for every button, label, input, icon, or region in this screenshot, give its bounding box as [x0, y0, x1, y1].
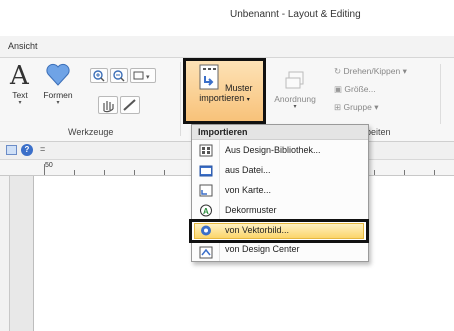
menu-item-label: von Design Center	[225, 244, 300, 254]
anordnung-button[interactable]: Anordnung ▾	[273, 68, 317, 118]
vertical-ruler	[0, 176, 10, 331]
menu-item-design-center[interactable]: von Design Center	[192, 243, 368, 261]
muster-importieren-button[interactable]: Muster importieren ▾	[183, 58, 266, 124]
menu-item-von-vektorbild[interactable]: von Vektorbild...	[189, 219, 369, 243]
zoom-fit-icon: ▾	[133, 71, 150, 81]
ruler-tick	[404, 170, 405, 175]
layout-icon[interactable]	[6, 145, 17, 155]
card-icon	[199, 184, 213, 197]
drehen-button[interactable]: ↻ Drehen/Kippen ▾	[334, 66, 407, 77]
tab-ansicht[interactable]: Ansicht	[8, 41, 38, 51]
menu-header: Importieren	[192, 125, 368, 140]
menu-item-dekormuster[interactable]: A Dekormuster	[192, 201, 368, 221]
chevron-down-icon: ▾	[374, 102, 379, 112]
muster-label-2-text: importieren	[199, 93, 245, 103]
group-label-werkzeuge: Werkzeuge	[68, 127, 114, 137]
ruler-tick	[434, 170, 435, 175]
chevron-down-icon: ▾	[402, 66, 407, 76]
chevron-down-icon: ▾	[56, 100, 60, 106]
rotate-icon: ↻	[334, 66, 342, 76]
zoom-fit-button[interactable]: ▾	[130, 68, 156, 83]
hand-icon	[103, 101, 114, 113]
measure-button[interactable]	[120, 96, 140, 114]
design-center-icon	[199, 246, 213, 259]
pan-button[interactable]	[98, 96, 118, 114]
zoom-out-icon	[113, 70, 125, 82]
svg-text:▾: ▾	[146, 74, 150, 81]
vector-icon	[201, 225, 211, 236]
menu-item-label: Aus Design-Bibliothek...	[225, 145, 321, 155]
drehen-label: Drehen/Kippen	[343, 66, 401, 76]
chevron-down-icon: ▾	[18, 100, 22, 106]
text-icon: A	[9, 61, 30, 91]
help-icon[interactable]: ?	[21, 144, 33, 156]
menu-item-label: Dekormuster	[225, 205, 277, 215]
ruler-tick	[134, 170, 135, 175]
muster-label-1: Muster	[225, 83, 253, 93]
zoom-in-button[interactable]	[90, 68, 108, 83]
muster-label-2: importieren ▾	[199, 93, 250, 103]
groesse-button[interactable]: ▣ Größe...	[334, 84, 376, 95]
ruler-icon	[123, 99, 136, 111]
menu-item-label: von Karte...	[225, 185, 272, 195]
import-icon	[199, 64, 219, 90]
formen-button[interactable]: Formen ▾	[38, 60, 78, 118]
menu-item-label: aus Datei...	[225, 165, 271, 175]
window-title: Unbenannt - Layout & Editing	[230, 9, 361, 20]
text-label: Text	[12, 90, 28, 100]
ruler-tick	[164, 170, 165, 175]
decorative-icon: A	[200, 204, 212, 217]
zoom-in-icon	[93, 70, 105, 82]
gruppe-label: Gruppe	[343, 102, 372, 112]
heart-icon	[46, 63, 70, 86]
ruler-tick	[74, 170, 75, 175]
menu-item-aus-datei[interactable]: aus Datei...	[192, 161, 368, 181]
resize-icon: ▣	[334, 84, 343, 94]
ruler-tick	[104, 170, 105, 175]
menu-item-design-bibliothek[interactable]: Aus Design-Bibliothek...	[192, 141, 368, 161]
chevron-down-icon: ▾	[246, 97, 250, 103]
ruler-tick	[374, 170, 375, 175]
group-separator	[180, 62, 181, 136]
import-menu: Importieren Aus Design-Bibliothek... aus…	[189, 124, 369, 262]
text-button[interactable]: A Text ▾	[6, 60, 34, 118]
formen-label: Formen	[43, 90, 73, 100]
svg-text:A: A	[9, 61, 30, 88]
library-icon	[199, 144, 213, 157]
customize-dropdown-icon[interactable]: =	[40, 144, 45, 154]
group-label-arbeiten: beiten	[366, 127, 391, 137]
anordnung-label: Anordnung	[274, 94, 316, 104]
ribbon-tabs: Ansicht	[0, 36, 454, 58]
gruppe-button[interactable]: ⊞ Gruppe ▾	[334, 102, 379, 113]
menu-item-label: von Vektorbild...	[225, 225, 290, 235]
folder-icon	[199, 165, 213, 177]
title-bar: Unbenannt - Layout & Editing	[0, 0, 454, 36]
arrange-icon	[285, 71, 304, 89]
chevron-down-icon: ▾	[293, 104, 297, 110]
zoom-out-button[interactable]	[110, 68, 128, 83]
ruler-mark: 50	[45, 162, 53, 169]
ribbon-overflow	[440, 64, 454, 124]
group-icon: ⊞	[334, 102, 342, 112]
groesse-label: Größe...	[344, 84, 376, 94]
menu-item-von-karte[interactable]: von Karte...	[192, 181, 368, 201]
svg-text:A: A	[203, 207, 209, 216]
ruler-tick	[44, 164, 45, 175]
